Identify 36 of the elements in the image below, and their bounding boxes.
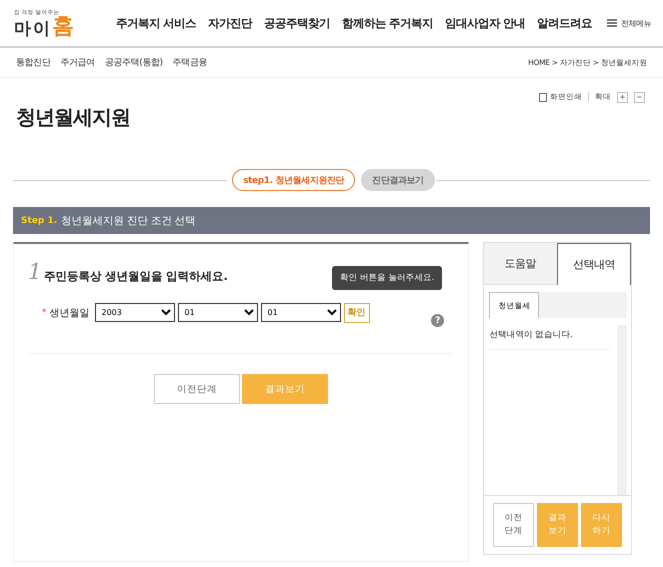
nav-link[interactable]: 주거복지 서비스 [116,16,196,30]
printer-icon [539,92,547,102]
side-button[interactable]: 이전단계 [493,503,534,548]
zoom-in-button[interactable]: + [617,92,628,102]
section-title: 청년월세지원 진단 조건 선택 [61,214,196,228]
subnav-link[interactable]: 주택금융 [172,56,208,69]
nav-link[interactable]: 자가진단 [208,16,252,30]
select-field[interactable]: 01 [260,303,340,322]
empty-message: 선택내역이 없습니다. [489,329,610,350]
logo-text: 마이 [14,20,52,38]
subnav-link[interactable]: 통합진단 [16,56,50,69]
step-tab[interactable]: 진단결과보기 [361,169,435,191]
logo-accent-text: 홈 [52,16,74,38]
all-menu-link[interactable]: 전체메뉴 [607,18,651,28]
nav-link[interactable]: 공공주택찾기 [264,16,330,30]
tooltip: 확인 버튼을 눌러주세요. [332,266,442,290]
scrollbar[interactable] [617,325,627,496]
nav-link[interactable]: 임대사업자 안내 [445,16,526,30]
page-title: 청년월세지원 [15,104,131,131]
question-text: 주민등록상 생년월일을 입력하세요. [44,269,228,284]
select-field[interactable]: 01 [178,303,258,322]
step-button[interactable]: 이전단계 [154,374,240,404]
zoom-out-button[interactable]: − [634,92,645,102]
question-number: 1 [28,262,42,284]
side-tab[interactable]: 선택내역 [556,243,631,286]
nav-link[interactable]: 알려드려요 [537,16,592,30]
subnav-link[interactable]: 공공주택(통합) [104,56,163,69]
required-mark: * [42,308,46,318]
birthdate-label: 생년월일 [50,306,90,320]
section-step: Step 1. [21,216,58,226]
subnav-link[interactable]: 주거급여 [60,56,95,69]
side-tab[interactable]: 도움말 [484,243,557,286]
menu-icon [607,19,617,27]
nav-link[interactable]: 함께하는 주거복지 [342,16,434,30]
help-icon[interactable]: ? [431,314,444,327]
select-field[interactable]: 2003 [94,303,174,322]
